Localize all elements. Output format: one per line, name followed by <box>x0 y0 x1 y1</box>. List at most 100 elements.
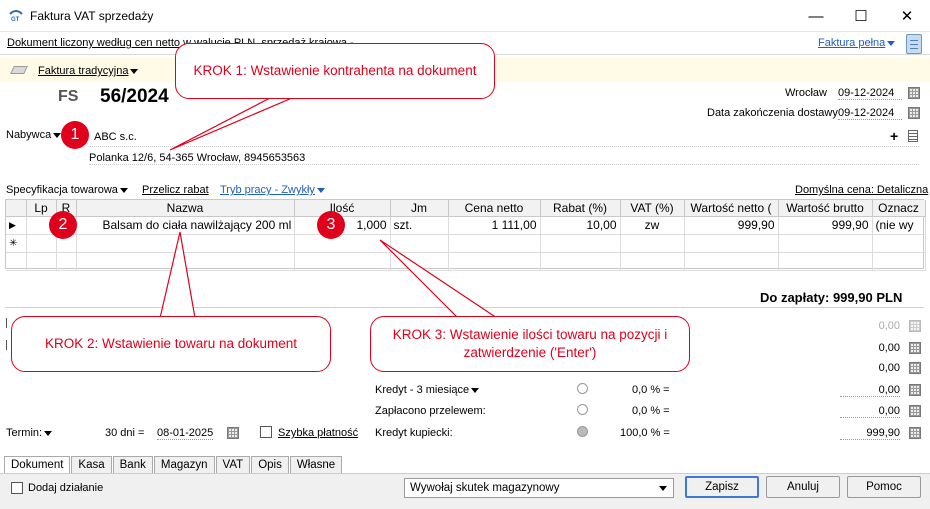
tab-bank[interactable]: Bank <box>112 456 153 474</box>
transfer-radio[interactable] <box>577 404 588 415</box>
spec-dropdown[interactable]: Specyfikacja towarowa <box>6 184 128 196</box>
cell-gross-value[interactable]: 999,90 <box>778 216 873 235</box>
quick-pay-checkbox[interactable] <box>260 426 272 438</box>
calculator-icon[interactable] <box>909 384 921 396</box>
cancel-button[interactable]: Anuluj <box>766 476 840 498</box>
spec-label: Specyfikacja towarowa <box>6 184 118 196</box>
calculator-icon[interactable] <box>909 362 921 374</box>
cell-net-value[interactable]: 999,90 <box>684 216 779 235</box>
step1-callout: KROK 1: Wstawienie kontrahenta na dokume… <box>175 43 495 99</box>
trade-credit-radio[interactable] <box>577 426 588 437</box>
calendar-icon[interactable] <box>908 87 920 99</box>
row-marker: ▶ <box>6 216 27 235</box>
default-price-link[interactable]: Domyślna cena: Detaliczna <box>795 184 928 196</box>
warehouse-effect-select[interactable]: Wywołaj skutek magazynowy <box>404 478 674 498</box>
new-row[interactable]: ✳ <box>6 234 926 253</box>
list-icon[interactable] <box>908 130 918 142</box>
col-header-discount[interactable]: Rabat (%) <box>540 200 621 217</box>
credit-radio[interactable] <box>577 383 588 394</box>
tab-document[interactable]: Dokument <box>4 456 71 474</box>
app-icon: GT <box>9 9 23 23</box>
step3-badge: 3 <box>317 211 345 239</box>
add-icon[interactable]: + <box>890 128 898 144</box>
quick-pay-label[interactable]: Szybka płatność <box>278 427 358 439</box>
cell-net-price[interactable]: 1 111,00 <box>448 216 541 235</box>
divider <box>5 307 924 308</box>
maximize-button[interactable]: ☐ <box>838 0 884 32</box>
work-mode-dropdown[interactable]: Tryb pracy - Zwykły <box>220 184 325 196</box>
calculator-icon[interactable] <box>909 427 921 439</box>
credit-dropdown[interactable]: Kredyt - 3 miesiące <box>375 384 480 396</box>
issue-date-field[interactable]: 09-12-2024 <box>838 87 902 100</box>
cell-mark[interactable]: (nie wy <box>872 216 926 235</box>
trade-credit-percent[interactable]: 100,0 % = <box>620 427 670 439</box>
calculator-icon[interactable] <box>909 320 921 332</box>
document-number[interactable]: 56/2024 <box>100 86 169 108</box>
full-invoice-dropdown[interactable]: Faktura pełna <box>818 37 896 49</box>
calculator-icon[interactable] <box>909 342 921 354</box>
items-grid[interactable]: Lp R Nazwa Ilość Jm Cena netto Rabat (%)… <box>5 199 926 271</box>
recalc-discount-link[interactable]: Przelicz rabat <box>142 184 209 196</box>
col-header-name[interactable]: Nazwa <box>76 200 295 217</box>
term-dropdown[interactable]: Termin: <box>6 427 53 439</box>
tab-cash[interactable]: Kasa <box>71 456 112 474</box>
trade-credit-label: Kredyt kupiecki: <box>375 427 453 439</box>
term-date[interactable]: 08-01-2025 <box>157 427 214 440</box>
buyer-dropdown[interactable]: Nabywca <box>6 129 62 141</box>
step1-badge: 1 <box>61 121 89 149</box>
tab-custom[interactable]: Własne <box>289 456 343 474</box>
term-days[interactable]: 30 dni = <box>105 427 144 439</box>
buyer-divider <box>89 146 919 147</box>
payment-amount-other[interactable]: 0,00 <box>840 362 900 374</box>
col-header-gross-value[interactable]: Wartość brutto <box>778 200 873 217</box>
tab-warehouse[interactable]: Magazyn <box>153 456 215 474</box>
minimize-button[interactable]: — <box>793 0 839 32</box>
help-button[interactable]: Pomoc <box>847 476 921 498</box>
cell-unit[interactable]: szt. <box>390 216 449 235</box>
calendar-icon[interactable] <box>227 427 239 439</box>
calculator-icon[interactable] <box>909 405 921 417</box>
invoice-type-dropdown[interactable]: Faktura tradycyjna <box>38 65 139 77</box>
transfer-amount[interactable]: 0,00 <box>840 405 900 418</box>
work-mode-label: Tryb pracy - Zwykły <box>220 184 315 196</box>
cell-vat[interactable]: zw <box>620 216 685 235</box>
save-button[interactable]: Zapisz <box>685 476 759 498</box>
payment-amount-card[interactable]: 0,00 <box>840 342 900 354</box>
document-icon[interactable] <box>906 34 922 54</box>
credit-amount[interactable]: 0,00 <box>840 384 900 397</box>
transfer-percent[interactable]: 0,0 % = <box>632 405 670 417</box>
buyer-name[interactable]: ABC s.c. <box>94 131 137 143</box>
col-header-unit[interactable]: Jm <box>390 200 449 217</box>
clipped-label <box>6 318 10 328</box>
tab-vat[interactable]: VAT <box>215 456 251 474</box>
table-row[interactable]: ▶ Balsam do ciała nawilżający 200 ml 1,0… <box>6 216 926 235</box>
cell-discount[interactable]: 10,00 <box>540 216 621 235</box>
delivery-date-field[interactable]: 09-12-2024 <box>838 107 902 120</box>
add-action-label: Dodaj działanie <box>28 482 104 494</box>
trade-credit-amount[interactable]: 999,90 <box>840 427 900 440</box>
credit-label: Kredyt - 3 miesiące <box>375 384 470 396</box>
col-header-mark[interactable]: Oznacz <box>872 200 926 217</box>
col-header-lp[interactable]: Lp <box>26 200 57 217</box>
tab-description[interactable]: Opis <box>251 456 289 474</box>
chevron-down-icon <box>659 486 667 491</box>
chevron-down-icon <box>119 187 128 193</box>
col-header-vat[interactable]: VAT (%) <box>620 200 685 217</box>
credit-percent[interactable]: 0,0 % = <box>632 384 670 396</box>
col-header-selector[interactable] <box>6 200 27 217</box>
add-action-checkbox[interactable] <box>11 482 23 494</box>
cell-name[interactable]: Balsam do ciała nawilżający 200 ml <box>76 216 295 235</box>
step2-badge: 2 <box>49 211 77 239</box>
city-label: Wrocław <box>785 87 827 99</box>
term-label: Termin: <box>6 427 43 439</box>
chevron-down-icon <box>887 40 896 46</box>
col-header-net-value[interactable]: Wartość netto ( <box>684 200 779 217</box>
payment-amount-cash[interactable]: 0,00 <box>840 320 900 332</box>
col-header-net-price[interactable]: Cena netto <box>448 200 541 217</box>
calendar-icon[interactable] <box>908 107 920 119</box>
transfer-label: Zapłacono przelewem: <box>375 405 486 417</box>
total-to-pay: Do zapłaty: 999,90 PLN <box>760 290 903 305</box>
col-header-qty[interactable]: Ilość <box>294 200 391 217</box>
close-button[interactable]: ✕ <box>884 0 930 32</box>
warehouse-effect-value: Wywołaj skutek magazynowy <box>410 482 560 494</box>
